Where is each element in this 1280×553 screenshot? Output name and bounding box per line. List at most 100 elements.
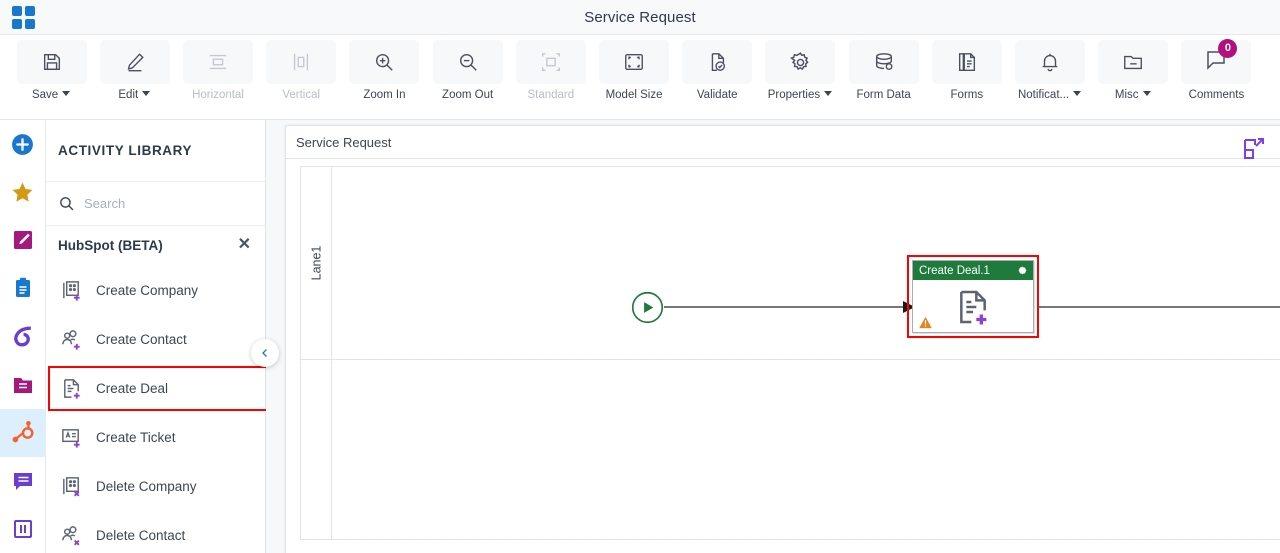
toolbar-button-notifications[interactable]: Notificat... (1008, 40, 1091, 101)
rail-item-messaging[interactable] (0, 457, 46, 505)
vertical-align-icon (266, 40, 337, 84)
comments-badge: 0 (1218, 38, 1238, 58)
toolbar-label-misc: Misc (1114, 89, 1139, 101)
swimlane-2 (300, 361, 1280, 540)
toolbar-label-model-size: Model Size (605, 89, 663, 101)
toolbar-button-model-size[interactable]: Model Size (592, 40, 675, 101)
toolbar-label-zoom-out: Zoom Out (442, 89, 494, 101)
gear-icon (765, 40, 836, 84)
toolbar-button-horizontal: Horizontal (176, 40, 259, 101)
document-check-icon (682, 40, 753, 84)
swimlane-1-header: Lane1 (301, 167, 332, 359)
chevron-down-icon (1073, 90, 1082, 100)
columns-icon (13, 519, 32, 538)
process-pool: Service Request Lane1 Create Deal.1 (285, 125, 1280, 553)
comment-bubble-icon: 0 (1181, 38, 1252, 84)
library-group-label: HubSpot (BETA) (58, 237, 163, 253)
chevron-down-icon (142, 90, 151, 100)
toolbar-label-comments: Comments (1188, 89, 1245, 101)
star-icon (12, 182, 33, 202)
library-group-hubspot[interactable]: HubSpot (BETA) ✕ (46, 226, 265, 264)
chevron-left-icon (262, 349, 267, 357)
create-deal-icon (58, 376, 84, 402)
toolbar-button-zoom-in[interactable]: Zoom In (343, 40, 426, 101)
toolbar-label-horizontal: Horizontal (192, 89, 244, 101)
toolbar-button-misc[interactable]: Misc (1092, 40, 1175, 101)
chevron-down-icon (824, 90, 833, 100)
swimlane-label: Lane1 (309, 245, 324, 281)
swimlane-2-header (301, 361, 332, 539)
toolbar-button-edit[interactable]: Edit (93, 40, 176, 101)
gear-icon[interactable] (1017, 265, 1028, 276)
chevron-down-icon (1142, 90, 1152, 100)
application-window: Service Request Save Edit Horizontal Ver… (0, 0, 1280, 553)
toolbar-button-comments[interactable]: 0 Comments (1175, 38, 1258, 101)
toolbar-label-vertical: Vertical (282, 89, 321, 101)
create-contact-icon (58, 327, 84, 353)
delete-company-icon (58, 474, 84, 500)
hubspot-icon (12, 420, 34, 443)
swirl-icon (14, 326, 31, 347)
create-company-icon (58, 278, 84, 304)
standard-size-icon (515, 40, 586, 84)
rail-item-hubspot[interactable] (0, 408, 46, 457)
rail-item-integration[interactable] (0, 312, 46, 360)
clipboard-icon (15, 278, 30, 298)
pencil-square-icon (13, 231, 32, 250)
create-deal-icon (960, 290, 987, 325)
diagram-canvas-area[interactable]: Service Request Lane1 Create Deal.1 (266, 120, 1280, 553)
pool-title: Service Request (286, 126, 1280, 159)
toolbar-label-forms: Forms (950, 89, 984, 101)
activity-item-label: Delete Contact (96, 528, 186, 543)
toolbar-button-properties[interactable]: Properties (759, 40, 842, 101)
rail-item-add[interactable] (0, 120, 46, 168)
documents-icon (931, 40, 1002, 84)
toolbar-label-validate: Validate (696, 89, 738, 101)
expand-diagram-button[interactable] (1242, 137, 1266, 161)
database-icon (848, 40, 919, 84)
activity-item-create-contact[interactable]: Create Contact (46, 315, 265, 364)
search-input[interactable] (84, 196, 234, 211)
folder-icon (13, 377, 32, 393)
activity-item-delete-company[interactable]: Delete Company (46, 462, 265, 511)
rail-item-folder[interactable] (0, 361, 46, 409)
activity-item-create-ticket[interactable]: Create Ticket (46, 413, 265, 462)
delete-contact-icon (58, 523, 84, 549)
page-title: Service Request (584, 9, 696, 26)
folder-minus-icon (1098, 40, 1169, 84)
sequence-flows (664, 301, 1280, 313)
rail-item-clipboard[interactable] (0, 264, 46, 312)
panel-collapse-button[interactable] (251, 339, 279, 367)
magnifier-minus-icon (432, 40, 503, 84)
activity-item-create-company[interactable]: Create Company (46, 266, 265, 315)
activity-list: Create Company Create Contact Create Dea… (46, 264, 269, 553)
toolbar-label-form-data: Form Data (856, 89, 911, 101)
toolbar-button-save[interactable]: Save (10, 40, 93, 101)
bell-icon (1015, 40, 1086, 84)
activity-item-label: Create Ticket (96, 430, 176, 445)
start-event-node[interactable] (631, 291, 664, 324)
rail-item-authoring[interactable] (0, 216, 46, 264)
chevron-down-icon (62, 90, 71, 100)
toolbar-button-form-data[interactable]: Form Data (842, 40, 925, 101)
activity-library-panel: ACTIVITY LIBRARY HubSpot (BETA) ✕ (46, 120, 269, 553)
toolbar-button-validate[interactable]: Validate (676, 40, 759, 101)
toolbar-label-edit: Edit (118, 89, 139, 101)
toolbar-button-forms[interactable]: Forms (925, 40, 1008, 101)
toolbar-button-vertical: Vertical (260, 40, 343, 101)
activity-item-delete-contact[interactable]: Delete Contact (46, 511, 265, 553)
activity-item-label: Create Company (96, 283, 199, 298)
rail-item-columns[interactable] (0, 505, 46, 553)
search-row (46, 182, 265, 226)
model-size-icon (599, 40, 670, 84)
plus-circle-icon (12, 133, 33, 155)
toolbar-label-save: Save (31, 89, 59, 101)
main-toolbar: Save Edit Horizontal Vertical Zoom In Zo… (0, 35, 1280, 120)
task-node-create-deal[interactable]: Create Deal.1 (912, 260, 1034, 333)
toolbar-button-zoom-out[interactable]: Zoom Out (426, 40, 509, 101)
close-icon[interactable]: ✕ (238, 237, 251, 253)
warning-triangle-icon (919, 316, 932, 329)
rail-item-favorites[interactable] (0, 168, 46, 216)
expand-diagram-icon (1244, 138, 1264, 159)
activity-item-create-deal[interactable]: Create Deal (46, 364, 269, 413)
